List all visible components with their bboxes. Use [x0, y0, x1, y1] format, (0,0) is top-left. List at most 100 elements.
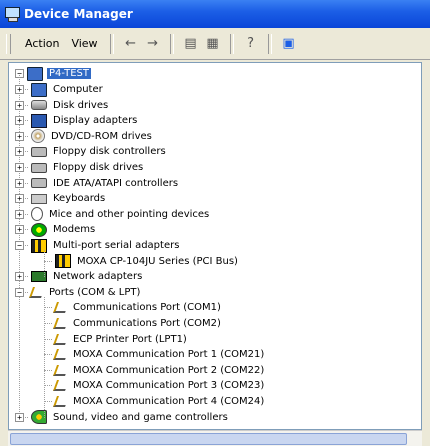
back-arrow-icon[interactable]: ← [121, 34, 141, 54]
toolbar-separator [109, 33, 114, 54]
expand-icon[interactable]: + [15, 147, 24, 157]
device-category[interactable]: Floppy disk controllers [31, 144, 168, 159]
device-category[interactable]: Floppy disk drives [31, 160, 145, 175]
device-manager-window: Device Manager Action View ← → ▤ ▦ ? ▣ −… [0, 0, 430, 446]
expand-icon[interactable]: + [15, 178, 24, 188]
tree-item-label: Communications Port (COM2) [73, 318, 221, 329]
device-category[interactable]: Ports (COM & LPT) [28, 285, 142, 300]
port-icon [52, 380, 70, 392]
port-icon [52, 396, 70, 407]
device-category[interactable]: Network adapters [31, 269, 144, 284]
device-item[interactable]: MOXA Communication Port 3 (COM23) [52, 378, 266, 393]
horizontal-scrollbar[interactable] [8, 430, 422, 446]
title-bar[interactable]: Device Manager [0, 0, 430, 28]
expand-icon[interactable]: + [15, 100, 24, 110]
ide-controller-icon [31, 178, 47, 189]
tree-branch-line [44, 369, 52, 371]
tree-item-label: ECP Printer Port (LPT1) [73, 333, 187, 345]
mouse-icon [31, 207, 43, 222]
tree-item-label: Disk drives [53, 99, 109, 111]
expand-icon[interactable]: + [15, 163, 24, 172]
port-icon [52, 364, 70, 376]
tree-item-label: Modems [53, 224, 96, 236]
tree-branch-line [44, 401, 52, 402]
help-icon[interactable]: ? [241, 34, 261, 54]
forward-arrow-icon[interactable]: → [143, 34, 163, 54]
tree-guide-line [44, 250, 45, 278]
device-category[interactable]: Modems [31, 222, 97, 237]
toolbar-separator [267, 33, 272, 54]
device-item[interactable]: MOXA Communication Port 4 (COM24) [52, 394, 266, 409]
expand-icon[interactable]: + [15, 209, 24, 219]
device-category[interactable]: IDE ATA/ATAPI controllers [31, 176, 180, 191]
toolbar-separator [169, 33, 174, 54]
tree-item-label: MOXA CP-104JU Series (PCI Bus) [77, 255, 238, 267]
window-title: Device Manager [24, 7, 133, 21]
device-category[interactable]: Mice and other pointing devices [31, 207, 211, 222]
device-item[interactable]: MOXA CP-104JU Series (PCI Bus) [55, 254, 240, 269]
menu-view[interactable]: View [65, 37, 103, 50]
keyboard-icon [31, 193, 47, 204]
device-tree[interactable]: − P4-TEST + Computer + Disk drives + Display … [8, 62, 422, 430]
device-category[interactable]: Sound, video and game controllers [31, 410, 230, 425]
toolbar-separator [229, 33, 234, 54]
expand-icon[interactable]: + [15, 85, 24, 94]
tree-root[interactable]: − P4-TEST [15, 66, 91, 81]
expand-icon[interactable]: + [15, 194, 24, 204]
tree-item-label: MOXA Communication Port 4 (COM24) [73, 396, 265, 407]
device-category[interactable]: Display adapters [31, 113, 139, 128]
scrollbar-thumb[interactable] [10, 433, 407, 445]
computer-icon [31, 82, 47, 97]
properties-icon[interactable]: ▤ [181, 34, 201, 54]
device-manager-icon [4, 7, 20, 22]
collapse-icon[interactable]: − [15, 287, 24, 297]
tree-item-label: Keyboards [53, 193, 106, 205]
tree-root-label: P4-TEST [47, 68, 91, 79]
port-icon [52, 349, 70, 361]
tree-view-icon[interactable]: ▦ [203, 34, 223, 54]
tree-branch-line [44, 354, 52, 356]
port-icon [52, 318, 70, 329]
expand-icon[interactable]: + [15, 225, 24, 235]
cdrom-icon [31, 129, 45, 144]
expand-icon[interactable]: + [15, 131, 24, 141]
device-category[interactable]: Computer [31, 82, 105, 97]
port-icon [52, 302, 70, 314]
device-category[interactable]: DVD/CD-ROM drives [31, 129, 154, 144]
collapse-icon[interactable]: − [15, 241, 24, 250]
device-item[interactable]: Communications Port (COM2) [52, 316, 223, 331]
port-icon [52, 333, 70, 345]
device-category[interactable]: Keyboards [31, 191, 107, 206]
tree-item-label: MOXA Communication Port 2 (COM22) [73, 364, 265, 376]
tree-branch-line [44, 385, 52, 387]
expand-icon[interactable]: + [15, 412, 24, 422]
toolbar-grip[interactable] [6, 33, 11, 54]
tree-item-label: Mice and other pointing devices [49, 208, 210, 220]
tree-item-label: Floppy disk drives [53, 162, 144, 173]
multiport-icon [55, 254, 71, 269]
menu-toolbar: Action View ← → ▤ ▦ ? ▣ [0, 28, 430, 60]
device-item[interactable]: MOXA Communication Port 1 (COM21) [52, 347, 266, 362]
device-item[interactable]: Communications Port (COM1) [52, 300, 223, 315]
scan-hardware-icon[interactable]: ▣ [279, 34, 299, 54]
menu-action[interactable]: Action [19, 37, 65, 50]
tree-item-label: Floppy disk controllers [53, 146, 166, 158]
floppy-controller-icon [31, 146, 47, 157]
tree-item-label: Ports (COM & LPT) [49, 286, 141, 298]
tree-guide-line [44, 296, 45, 418]
tree-item-label: Display adapters [53, 115, 138, 127]
device-item[interactable]: ECP Printer Port (LPT1) [52, 332, 189, 347]
tree-branch-line [44, 323, 52, 324]
tree-item-label: Computer [53, 84, 103, 95]
device-category[interactable]: Multi-port serial adapters [31, 238, 181, 253]
tree-item-label: Multi-port serial adapters [53, 240, 180, 251]
floppy-drive-icon [31, 162, 47, 173]
tree-item-label: Sound, video and game controllers [53, 411, 228, 423]
expand-icon[interactable]: + [15, 272, 24, 282]
tree-item-label: IDE ATA/ATAPI controllers [53, 177, 179, 189]
expand-icon[interactable]: + [15, 116, 24, 126]
device-item[interactable]: MOXA Communication Port 2 (COM22) [52, 363, 266, 378]
device-category[interactable]: Disk drives [31, 98, 110, 113]
tree-branch-line [44, 260, 52, 262]
tree-item-label: MOXA Communication Port 3 (COM23) [73, 380, 265, 392]
